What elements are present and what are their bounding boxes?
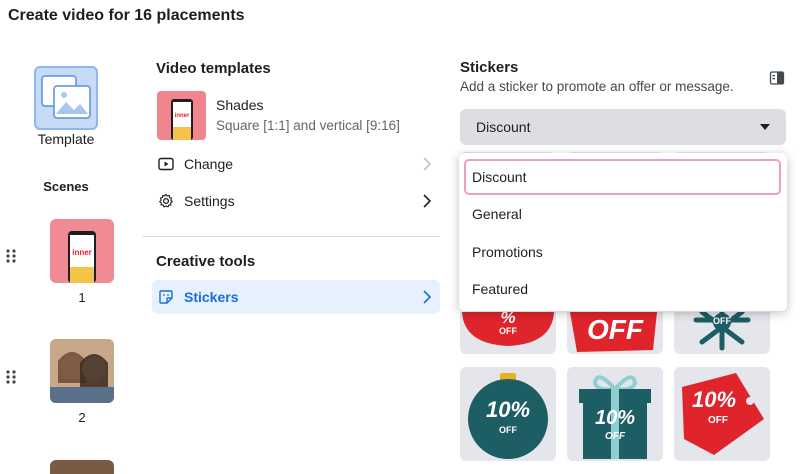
chevron-right-icon [423,157,432,171]
menu-option-featured[interactable]: Featured [464,271,781,307]
sticker-text: OFF [587,314,643,345]
sticker-subtext: OFF [605,431,625,442]
sticker-tile-percent-off[interactable]: % OFF [460,312,556,354]
settings-button[interactable]: Settings [152,185,440,217]
scene-thumbnail-3[interactable] [50,460,114,474]
template-thumb-text: inner [174,113,190,119]
stickers-panel-subtitle: Add a sticker to promote an offer or mes… [460,79,734,94]
create-video-page: Create video for 16 placements Template … [0,0,800,474]
sticker-subtext: OFF [499,425,517,435]
sticker-subtext: OFF [499,326,517,336]
template-card-thumbnail: inner [157,91,206,140]
photo-image [50,339,114,403]
section-divider [142,236,440,237]
sticker-category-menu: Discount General Promotions Featured [459,153,787,311]
sticker-tile-snowflake[interactable]: OFF [674,312,770,354]
stickers-panel-title: Stickers [460,59,519,76]
sticker-icon [159,290,173,304]
sticker-tile-ornament[interactable]: 10% OFF [460,367,556,461]
chevron-right-icon [423,290,432,304]
template-icon [41,75,91,119]
stickers-tool-button[interactable]: Stickers [152,280,440,314]
page-title: Create video for 16 placements [8,7,245,24]
stickers-label: Stickers [184,289,239,305]
menu-option-general[interactable]: General [464,196,781,232]
side-panel-toggle-icon[interactable] [769,70,785,86]
dropdown-selected-value: Discount [476,119,531,135]
sticker-text: 10% [485,397,531,422]
gear-icon [159,193,173,208]
video-play-icon [158,157,174,171]
sticker-category-dropdown[interactable]: Discount [460,109,786,145]
sticker-subtext: OFF [713,316,731,326]
scene-number-2: 2 [78,410,86,425]
template-button[interactable] [34,66,98,130]
chevron-right-icon [423,194,432,208]
sticker-subtext: OFF [708,415,728,426]
drag-handle-icon[interactable] [6,248,16,264]
scene-thumb-text: inner [72,248,92,257]
creative-tools-heading: Creative tools [156,253,256,270]
template-name: Shades [216,97,264,113]
video-templates-heading: Video templates [156,60,271,77]
sticker-text: 10% [594,407,636,429]
drag-handle-icon[interactable] [6,369,16,385]
settings-label: Settings [184,193,235,209]
sticker-tile-gift[interactable]: 10% OFF [567,367,663,461]
sticker-tile-tag[interactable]: 10% OFF [674,367,770,461]
change-label: Change [184,156,234,172]
scenes-heading: Scenes [43,179,89,194]
caret-down-icon [760,124,770,130]
sticker-tile-off[interactable]: OFF [567,312,663,354]
sticker-text: 10% [691,387,737,412]
menu-option-discount[interactable]: Discount [464,159,781,195]
menu-option-promotions[interactable]: Promotions [464,234,781,270]
scene-number-1: 1 [78,290,86,305]
price-tag-sticker-image [682,373,764,455]
template-label: Template [37,131,95,147]
template-dimensions: Square [1:1] and vertical [9:16] [216,118,400,133]
scene-thumbnail-1[interactable]: inner [50,219,114,283]
change-template-button[interactable]: Change [152,148,440,180]
scene-thumbnail-2[interactable] [50,339,114,403]
